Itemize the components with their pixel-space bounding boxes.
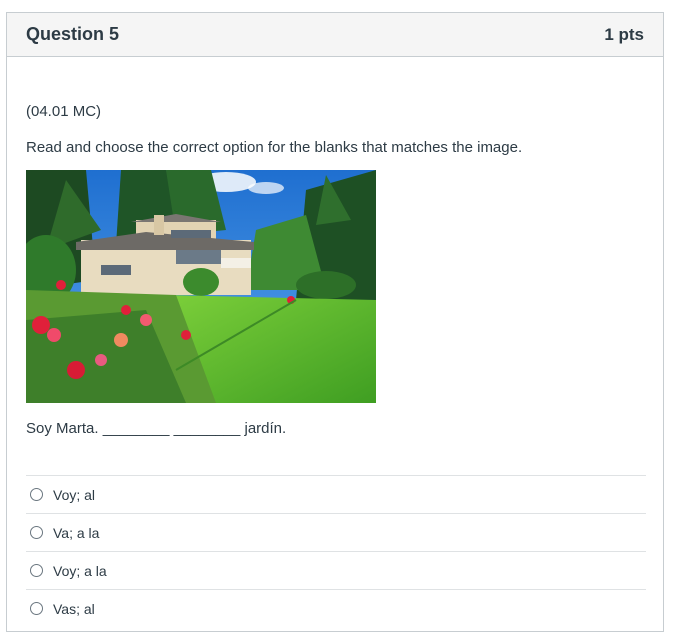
- radio-button-icon[interactable]: [30, 488, 43, 501]
- question-header: Question 5 1 pts: [7, 13, 663, 57]
- answer-label: Voy; al: [53, 486, 96, 503]
- house-garden-illustration: [26, 170, 376, 403]
- radio-button-icon[interactable]: [30, 564, 43, 577]
- answer-option-4[interactable]: Vas; al: [26, 589, 646, 627]
- answer-option-3[interactable]: Voy; a la: [26, 551, 646, 589]
- radio-button-icon[interactable]: [30, 602, 43, 615]
- question-title: Question 5: [26, 24, 120, 44]
- question-code: (04.01 MC): [26, 103, 102, 120]
- answer-label: Va; a la: [53, 524, 100, 541]
- question-points: 1 pts: [604, 24, 644, 44]
- radio-button-icon[interactable]: [30, 526, 43, 539]
- answer-option-1[interactable]: Voy; al: [26, 475, 646, 513]
- question-prompt: Read and choose the correct option for t…: [26, 139, 523, 156]
- answer-option-2[interactable]: Va; a la: [26, 513, 646, 551]
- question-card: Question 5 1 pts (04.01 MC) Read and cho…: [6, 12, 664, 632]
- house-garden-image: [26, 170, 376, 403]
- answer-list: Voy; al Va; a la Voy; a la Vas; al: [26, 475, 646, 627]
- answer-label: Vas; al: [53, 600, 95, 617]
- question-sentence: Soy Marta. ________ ________ jardín.: [26, 420, 287, 437]
- answer-label: Voy; a la: [53, 562, 107, 579]
